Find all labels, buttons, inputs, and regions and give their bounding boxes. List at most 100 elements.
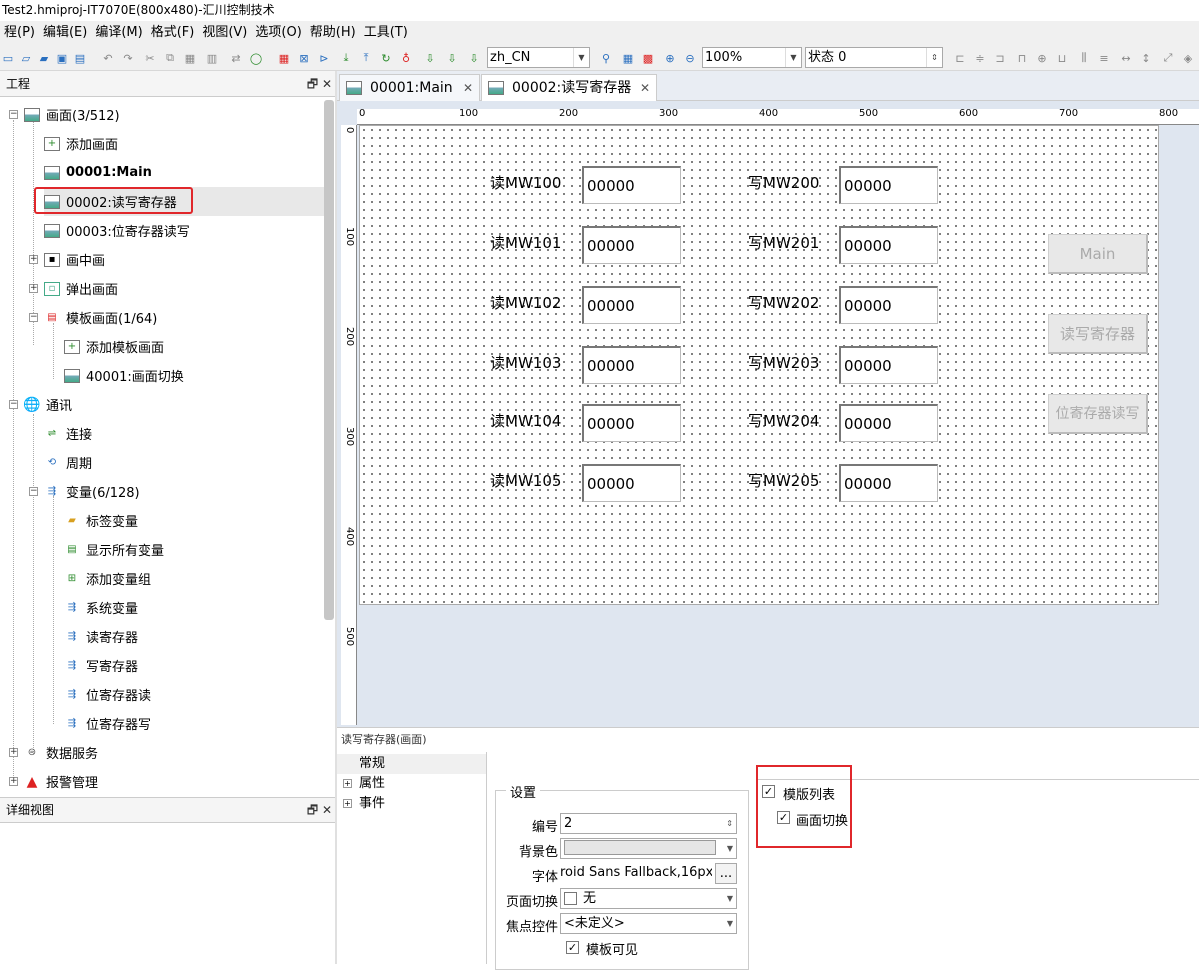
download-device-icon[interactable]: ⇩ bbox=[422, 50, 438, 66]
tab-main[interactable]: 00001:Main ✕ bbox=[339, 74, 480, 101]
focus-control-select[interactable]: <未定义> ▼ bbox=[560, 913, 737, 934]
zoom-out-icon[interactable]: ⊖ bbox=[682, 50, 698, 66]
expand-toggle[interactable]: + bbox=[343, 799, 352, 808]
nav-button-bit-register[interactable]: 位寄存器读写 bbox=[1048, 394, 1148, 434]
template-visible-checkbox[interactable]: ✓ bbox=[566, 941, 579, 954]
menu-format[interactable]: 格式(F) bbox=[147, 21, 199, 45]
category-events[interactable]: + 事件 bbox=[337, 794, 486, 814]
write-field[interactable]: 00000 bbox=[839, 464, 938, 502]
distribute-h-icon[interactable]: ⫼ bbox=[1076, 50, 1092, 66]
menu-options[interactable]: 选项(O) bbox=[251, 21, 305, 45]
read-field[interactable]: 00000 bbox=[582, 346, 681, 384]
cut-icon[interactable]: ✂ bbox=[142, 50, 158, 66]
float-icon[interactable]: 🗗 bbox=[307, 77, 318, 91]
tree-item-popup-screens[interactable]: ▫ 弹出画面 bbox=[44, 274, 118, 303]
tree-item-system-variables[interactable]: ⇶ 系统变量 bbox=[64, 593, 138, 622]
tab-rw-register[interactable]: 00002:读写寄存器 ✕ bbox=[481, 74, 657, 101]
distribute-v-icon[interactable]: ≡ bbox=[1096, 50, 1112, 66]
tree-item-write-registers[interactable]: ⇶ 写寄存器 bbox=[64, 651, 138, 680]
read-label[interactable]: 读MW100 bbox=[490, 172, 561, 193]
tree-item-data-service[interactable]: ⊜ 数据服务 bbox=[24, 738, 98, 767]
collapse-toggle[interactable]: − bbox=[29, 487, 38, 496]
write-label[interactable]: 写MW203 bbox=[748, 352, 819, 373]
tree-item-communication[interactable]: 🌐 通讯 bbox=[23, 390, 72, 419]
replace-icon[interactable]: ⇄ bbox=[228, 50, 244, 66]
align-top-icon[interactable]: ⊓ bbox=[1014, 50, 1030, 66]
redo-icon[interactable]: ↷ bbox=[120, 50, 136, 66]
menu-view[interactable]: 视图(V) bbox=[198, 21, 251, 45]
upload-icon[interactable]: ⤒ bbox=[358, 50, 374, 66]
write-field[interactable]: 00000 bbox=[839, 346, 938, 384]
id-spinner[interactable]: 2 ⇕ bbox=[560, 813, 737, 834]
tree-item-tag-variables[interactable]: ▰ 标签变量 bbox=[64, 506, 138, 535]
undo-icon[interactable]: ↶ bbox=[100, 50, 116, 66]
open-folder-icon[interactable]: ▰ bbox=[36, 50, 52, 66]
tree-item-add-variable-group[interactable]: ⊞ 添加变量组 bbox=[64, 564, 151, 593]
align-middle-icon[interactable]: ⊕ bbox=[1034, 50, 1050, 66]
tree-item-add-template[interactable]: + 添加模板画面 bbox=[64, 332, 164, 361]
state-spinner[interactable]: 状态 0 ⇕ bbox=[805, 47, 943, 68]
tree-item-template-screens[interactable]: ▤ 模板画面(1/64) bbox=[44, 303, 157, 332]
tree-item-screens[interactable]: 画面(3/512) bbox=[24, 100, 120, 129]
grid-icon[interactable]: ▦ bbox=[620, 50, 636, 66]
read-field[interactable]: 00000 bbox=[582, 286, 681, 324]
tree-item-picture-in-picture[interactable]: ▪ 画中画 bbox=[44, 245, 105, 274]
zoom-select[interactable]: 100% ▼ bbox=[702, 47, 802, 68]
align-right-icon[interactable]: ⊐ bbox=[992, 50, 1008, 66]
delete-icon[interactable]: ▥ bbox=[204, 50, 220, 66]
download-usb-icon[interactable]: ⇩ bbox=[444, 50, 460, 66]
open-icon[interactable]: ▱ bbox=[18, 50, 34, 66]
save-icon[interactable]: ▣ bbox=[54, 50, 70, 66]
zoom-in-icon[interactable]: ⊕ bbox=[662, 50, 678, 66]
category-properties[interactable]: + 属性 bbox=[337, 774, 486, 794]
tree-scrollbar[interactable] bbox=[324, 100, 334, 620]
tree-item-cycle[interactable]: ⟲ 周期 bbox=[44, 448, 92, 477]
read-label[interactable]: 读MW104 bbox=[490, 410, 561, 431]
tree-item-add-screen[interactable]: + 添加画面 bbox=[44, 129, 118, 158]
snap-icon[interactable]: ▩ bbox=[640, 50, 656, 66]
menu-help[interactable]: 帮助(H) bbox=[306, 21, 360, 45]
paste-icon[interactable]: ▦ bbox=[182, 50, 198, 66]
font-browse-button[interactable]: ... bbox=[715, 863, 737, 884]
new-project-icon[interactable]: ▭ bbox=[0, 50, 16, 66]
tree-item-screen-main[interactable]: 00001:Main bbox=[44, 158, 152, 187]
write-label[interactable]: 写MW205 bbox=[748, 470, 819, 491]
refresh-icon[interactable]: ↻ bbox=[378, 50, 394, 66]
tree-item-read-registers[interactable]: ⇶ 读寄存器 bbox=[64, 622, 138, 651]
close-icon[interactable]: ✕ bbox=[640, 75, 650, 101]
read-field[interactable]: 00000 bbox=[582, 404, 681, 442]
write-label[interactable]: 写MW200 bbox=[748, 172, 819, 193]
download-icon[interactable]: ⤓ bbox=[338, 50, 354, 66]
page-switch-select[interactable]: 无 ▼ bbox=[560, 888, 737, 909]
build-icon[interactable]: ⊳ bbox=[316, 50, 332, 66]
align-bottom-icon[interactable]: ⊔ bbox=[1054, 50, 1070, 66]
tree-item-bit-register-read[interactable]: ⇶ 位寄存器读 bbox=[64, 680, 151, 709]
simulate-icon[interactable]: ♁ bbox=[398, 50, 414, 66]
close-icon[interactable]: ✕ bbox=[322, 77, 332, 91]
nav-button-rw-register[interactable]: 读写寄存器 bbox=[1048, 314, 1148, 354]
float-icon[interactable]: 🗗 bbox=[307, 803, 318, 817]
menu-edit[interactable]: 编辑(E) bbox=[39, 21, 91, 45]
copy-icon[interactable]: ⧉ bbox=[162, 50, 178, 66]
write-field[interactable]: 00000 bbox=[839, 166, 938, 204]
read-label[interactable]: 读MW103 bbox=[490, 352, 561, 373]
close-icon[interactable]: ✕ bbox=[463, 75, 473, 101]
collapse-toggle[interactable]: − bbox=[9, 400, 18, 409]
tree-item-connection[interactable]: ⇌ 连接 bbox=[44, 419, 92, 448]
tree-item-variables[interactable]: ⇶ 变量(6/128) bbox=[44, 477, 140, 506]
check-icon[interactable]: ⊠ bbox=[296, 50, 312, 66]
menu-project[interactable]: 程(P) bbox=[0, 21, 39, 45]
collapse-toggle[interactable]: − bbox=[29, 313, 38, 322]
tree-item-screen-bit-register[interactable]: 00003:位寄存器读写 bbox=[44, 216, 190, 245]
center-icon[interactable]: ◈ bbox=[1180, 50, 1196, 66]
expand-toggle[interactable]: + bbox=[9, 777, 18, 786]
align-left-icon[interactable]: ⊏ bbox=[952, 50, 968, 66]
tree-item-template-switch[interactable]: 40001:画面切换 bbox=[64, 361, 184, 390]
download-net-icon[interactable]: ⇩ bbox=[466, 50, 482, 66]
read-label[interactable]: 读MW102 bbox=[490, 292, 561, 313]
menu-tools[interactable]: 工具(T) bbox=[360, 21, 412, 45]
compile-icon[interactable]: ▦ bbox=[276, 50, 292, 66]
write-label[interactable]: 写MW202 bbox=[748, 292, 819, 313]
tree-item-bit-register-write[interactable]: ⇶ 位寄存器写 bbox=[64, 709, 151, 738]
expand-toggle[interactable]: + bbox=[343, 779, 352, 788]
